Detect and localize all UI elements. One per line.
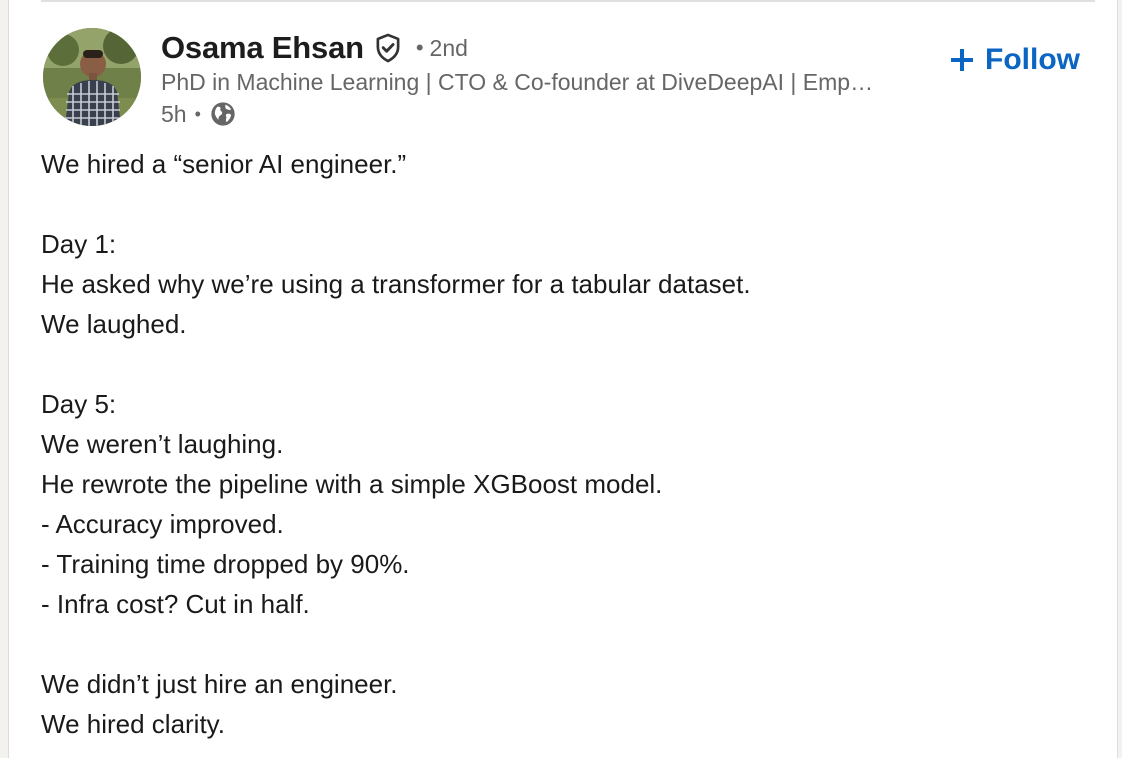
verified-badge-icon xyxy=(372,32,404,64)
connection-degree: 2nd xyxy=(429,34,468,61)
post-card: Osama Ehsan • 2nd PhD in Machine Learnin… xyxy=(8,0,1118,758)
post-line: He rewrote the pipeline with a simple XG… xyxy=(41,469,663,499)
post-line: We hired clarity. xyxy=(41,709,225,739)
separator-dot: • xyxy=(194,103,201,124)
post-meta: 5h • xyxy=(161,98,237,130)
author-name[interactable]: Osama Ehsan xyxy=(161,30,364,66)
separator-dot: • xyxy=(415,35,424,60)
post-text: We hired a “senior AI engineer.” Day 1: … xyxy=(41,144,1101,744)
follow-label: Follow xyxy=(985,43,1080,76)
post-line xyxy=(41,184,1101,224)
post-line: Day 5: xyxy=(41,389,117,419)
post-time: 5h xyxy=(161,100,187,127)
avatar-image xyxy=(43,28,141,126)
post-line xyxy=(41,344,1101,384)
post-line xyxy=(41,624,1101,664)
post-line: We hired a “senior AI engineer.” xyxy=(41,149,407,179)
post-line: We weren’t laughing. xyxy=(41,429,284,459)
post-line: - Accuracy improved. xyxy=(41,509,284,539)
author-headline: PhD in Machine Learning | CTO & Co-found… xyxy=(161,69,874,95)
follow-button[interactable]: Follow xyxy=(949,40,1080,80)
divider xyxy=(41,0,1095,2)
globe-icon xyxy=(209,100,237,128)
avatar[interactable] xyxy=(43,28,141,126)
post-line: We laughed. xyxy=(41,309,187,339)
plus-icon xyxy=(949,47,975,73)
author-row: Osama Ehsan • 2nd xyxy=(161,30,468,66)
post-line: - Training time dropped by 90%. xyxy=(41,549,410,579)
post-line: We didn’t just hire an engineer. xyxy=(41,669,398,699)
post-line: He asked why we’re using a transformer f… xyxy=(41,269,751,299)
post-line: Day 1: xyxy=(41,229,117,259)
post-line: - Infra cost? Cut in half. xyxy=(41,589,310,619)
